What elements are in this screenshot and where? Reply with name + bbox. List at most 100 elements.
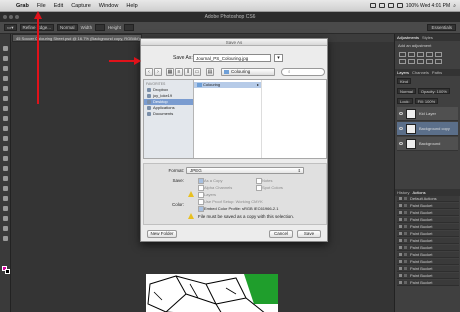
wifi-icon[interactable] xyxy=(387,3,394,8)
channel-mixer-icon[interactable] xyxy=(435,59,442,64)
menu-edit[interactable]: Edit xyxy=(50,3,67,9)
column-view-icon[interactable]: ⫴ xyxy=(184,68,192,76)
back-icon[interactable]: ‹ xyxy=(145,68,153,76)
healing-tool-icon[interactable] xyxy=(3,106,8,111)
action-item[interactable]: Paint Bucket xyxy=(397,217,459,223)
action-item[interactable]: Paint Bucket xyxy=(397,280,459,286)
visibility-eye-icon[interactable] xyxy=(399,127,403,130)
new-folder-button[interactable]: New Folder xyxy=(147,230,177,238)
crop-tool-icon[interactable] xyxy=(3,86,8,91)
folder-location-popup[interactable]: Colouring xyxy=(221,68,275,76)
action-item[interactable]: Paint Bucket xyxy=(397,210,459,216)
spotlight-icon[interactable]: ⌕ xyxy=(453,3,456,9)
style-select[interactable]: Normal xyxy=(57,24,78,31)
kind-filter[interactable]: Kind xyxy=(397,78,412,84)
sidebar-item-documents[interactable]: Documents xyxy=(144,111,193,117)
tab-paths[interactable]: Paths xyxy=(432,69,442,76)
gradient-tool-icon[interactable] xyxy=(3,156,8,161)
action-set[interactable]: Default Actions xyxy=(397,196,459,202)
exposure-icon[interactable] xyxy=(426,52,433,57)
brightness-icon[interactable] xyxy=(399,52,406,57)
layer-row[interactable]: Background xyxy=(397,137,458,151)
opacity-field[interactable]: Opacity: 100% xyxy=(417,88,450,94)
cancel-button[interactable]: Cancel xyxy=(269,230,293,238)
search-input[interactable]: ⌕ xyxy=(281,68,325,76)
spot-colors-checkbox[interactable]: Spot Colors xyxy=(256,185,283,191)
color-balance-icon[interactable] xyxy=(408,59,415,64)
zoom-window-icon[interactable] xyxy=(15,15,19,19)
move-tool-icon[interactable] xyxy=(3,46,8,51)
shape-tool-icon[interactable] xyxy=(3,216,8,221)
status-icon[interactable] xyxy=(369,3,376,8)
zoom-tool-icon[interactable] xyxy=(3,236,8,241)
expand-dialog-toggle[interactable]: ▾ xyxy=(274,54,283,62)
document-tab[interactable]: 45 Soccer Colouring Sheet.psd @ 16.7% (B… xyxy=(12,34,142,42)
curves-icon[interactable] xyxy=(417,52,424,57)
black-white-icon[interactable] xyxy=(417,59,424,64)
history-brush-tool-icon[interactable] xyxy=(3,136,8,141)
menu-help[interactable]: Help xyxy=(122,3,141,9)
menu-window[interactable]: Window xyxy=(95,3,123,9)
forward-icon[interactable]: › xyxy=(154,68,162,76)
dodge-tool-icon[interactable] xyxy=(3,176,8,181)
eraser-tool-icon[interactable] xyxy=(3,146,8,151)
save-button[interactable]: Save xyxy=(297,230,321,238)
action-item[interactable]: Paint Bucket xyxy=(397,245,459,251)
use-proof-setup-checkbox[interactable]: Use Proof Setup: Working CMYK xyxy=(198,199,263,205)
battery-icon[interactable] xyxy=(396,3,403,8)
blend-mode-select[interactable]: Normal xyxy=(397,88,416,94)
icon-view-icon[interactable]: ▦ xyxy=(166,68,174,76)
format-select[interactable]: JPEG ⇕ xyxy=(186,167,304,174)
workspace-switcher[interactable]: Essentials xyxy=(427,24,456,31)
document-canvas[interactable] xyxy=(146,274,278,312)
filename-input[interactable]: Journal_PS_Colouring.jpg xyxy=(193,54,271,62)
layers-checkbox[interactable]: Layers xyxy=(198,192,216,198)
tab-adjustments[interactable]: Adjustments xyxy=(397,34,419,41)
stamp-tool-icon[interactable] xyxy=(3,126,8,131)
hue-saturation-icon[interactable] xyxy=(399,59,406,64)
action-item[interactable]: Paint Bucket xyxy=(397,238,459,244)
notes-checkbox[interactable]: Notes xyxy=(256,178,272,184)
lasso-tool-icon[interactable] xyxy=(3,66,8,71)
visibility-eye-icon[interactable] xyxy=(399,142,403,145)
levels-icon[interactable] xyxy=(408,52,415,57)
tab-channels[interactable]: Channels xyxy=(412,69,429,76)
tool-preset-picker[interactable]: ▭▾ xyxy=(4,24,17,31)
height-field[interactable] xyxy=(123,24,134,31)
action-item[interactable]: Paint Bucket xyxy=(397,259,459,265)
list-view-icon[interactable]: ≡ xyxy=(175,68,183,76)
arrange-icon[interactable]: ▤ xyxy=(206,68,214,76)
menu-capture[interactable]: Capture xyxy=(67,3,95,9)
menu-grab[interactable]: Grab xyxy=(12,3,33,9)
embed-color-profile-checkbox[interactable]: Embed Color Profile: sRGB IEC61966-2.1 xyxy=(198,206,278,212)
folder-row-colouring[interactable]: Colouring ▸ xyxy=(194,82,261,88)
marquee-tool-icon[interactable] xyxy=(3,56,8,61)
tab-styles[interactable]: Styles xyxy=(422,34,433,41)
layer-row[interactable]: Background copy xyxy=(397,122,458,136)
hand-tool-icon[interactable] xyxy=(3,226,8,231)
visibility-eye-icon[interactable] xyxy=(399,112,403,115)
fill-field[interactable]: Fill: 100% xyxy=(414,98,439,104)
pen-tool-icon[interactable] xyxy=(3,186,8,191)
type-tool-icon[interactable] xyxy=(3,196,8,201)
vibrance-icon[interactable] xyxy=(435,52,442,57)
status-icon[interactable] xyxy=(378,3,385,8)
as-a-copy-checkbox[interactable]: As a Copy xyxy=(198,178,222,184)
clock-text[interactable]: 100% Wed 4:01 PM xyxy=(406,3,450,9)
coverflow-view-icon[interactable]: ▭ xyxy=(193,68,201,76)
close-window-icon[interactable] xyxy=(3,15,7,19)
action-item[interactable]: Paint Bucket xyxy=(397,252,459,258)
alpha-channels-checkbox[interactable]: Alpha Channels xyxy=(198,185,232,191)
action-item[interactable]: Paint Bucket xyxy=(397,266,459,272)
brush-tool-icon[interactable] xyxy=(3,116,8,121)
tab-actions[interactable]: Actions xyxy=(412,189,425,196)
menu-file[interactable]: File xyxy=(33,3,50,9)
tab-history[interactable]: History xyxy=(397,189,409,196)
minimize-window-icon[interactable] xyxy=(9,15,13,19)
action-item[interactable]: Paint Bucket xyxy=(397,273,459,279)
background-color-swatch[interactable] xyxy=(5,269,10,274)
layer-row[interactable]: Kid Layer xyxy=(397,107,458,121)
eyedropper-tool-icon[interactable] xyxy=(3,96,8,101)
width-field[interactable] xyxy=(95,24,105,31)
quick-select-tool-icon[interactable] xyxy=(3,76,8,81)
